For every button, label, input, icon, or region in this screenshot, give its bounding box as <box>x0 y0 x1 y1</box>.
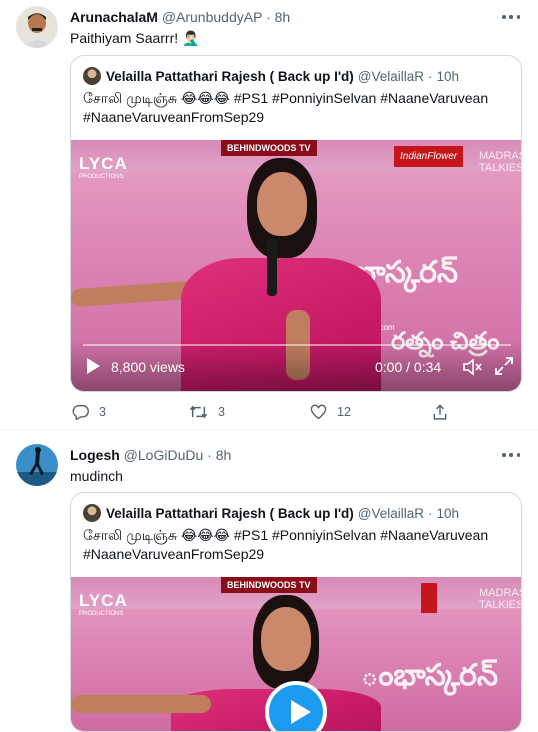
avatar[interactable] <box>16 444 58 486</box>
quote-author-name: Velailla Pattathari Rajesh ( Back up I'd… <box>106 505 354 521</box>
tweet-header: ArunachalaM @ArunbuddyAP · 8h <box>70 9 290 25</box>
separator-dot: · <box>428 68 433 84</box>
reply-button[interactable]: 3 <box>72 404 106 420</box>
quote-header: Velailla Pattathari Rajesh ( Back up I'd… <box>83 67 459 85</box>
quote-text: சோலி முடிஞ்சு 😂😂😂 #PS1 #PonniyinSelvan #… <box>83 90 489 125</box>
separator-dot: · <box>266 9 271 25</box>
separator-dot: · <box>207 447 212 463</box>
tweet[interactable]: ArunachalaM @ArunbuddyAP · 8h Paithiyam … <box>0 0 538 430</box>
reply-count: 3 <box>99 405 106 419</box>
reply-icon <box>72 404 89 420</box>
quote-avatar <box>83 67 101 85</box>
view-count: 8,800 views <box>111 359 185 375</box>
quote-tweet[interactable]: Velailla Pattathari Rajesh ( Back up I'd… <box>70 492 522 732</box>
tweet-time[interactable]: 8h <box>275 9 291 25</box>
volume-icon[interactable] <box>462 358 482 376</box>
quote-text: சோலி முடிஞ்சு 😂😂😂 #PS1 #PonniyinSelvan #… <box>83 527 489 562</box>
video-timecode: 0:00 / 0:34 <box>375 359 442 375</box>
lyca-logo: LYCA PRODUCTIONS <box>79 591 128 617</box>
retweet-icon <box>189 405 208 419</box>
author-handle[interactable]: @ArunbuddyAP <box>162 9 262 25</box>
madras-talkies-logo: MADRAS TALKIES <box>479 587 522 611</box>
video-player[interactable]: LYCA PRODUCTIONS BEHINDWOODS TV MADRAS TAL… <box>71 577 522 731</box>
like-button[interactable]: 12 <box>310 404 351 420</box>
retweet-count: 3 <box>218 405 225 419</box>
share-button[interactable] <box>432 404 458 421</box>
quote-header: Velailla Pattathari Rajesh ( Back up I'd… <box>83 504 459 522</box>
avatar[interactable] <box>16 6 58 48</box>
tweet[interactable]: Logesh @LoGiDuDu · 8h mudinch Velailla P… <box>0 430 538 732</box>
video-controls: 8,800 views 0:00 / 0:34 <box>71 340 521 391</box>
author-name[interactable]: ArunachalaM <box>70 9 158 25</box>
fullscreen-icon[interactable] <box>494 356 514 376</box>
retweet-button[interactable]: 3 <box>189 404 225 420</box>
play-icon[interactable] <box>87 358 100 374</box>
author-name[interactable]: Logesh <box>70 447 120 463</box>
tweet-time[interactable]: 8h <box>216 447 232 463</box>
more-icon[interactable] <box>500 448 522 462</box>
tweet-text: Paithiyam Saarrr! 🤦🏻‍♂️ <box>70 30 200 46</box>
behindwoods-logo: BEHINDWOODS TV <box>221 577 317 593</box>
more-icon[interactable] <box>500 10 522 24</box>
tweet-header: Logesh @LoGiDuDu · 8h <box>70 447 231 463</box>
quote-author-handle: @VelaillaR <box>357 68 425 84</box>
share-icon <box>433 404 447 420</box>
quote-time: 10h <box>436 68 460 84</box>
like-count: 12 <box>337 405 351 419</box>
tweet-text: mudinch <box>70 468 123 484</box>
quote-avatar <box>83 504 101 522</box>
indianflower-logo <box>421 583 437 613</box>
tweet-actions: 3 3 12 <box>70 404 450 422</box>
madras-talkies-logo: MADRAS TALKIES <box>479 150 522 174</box>
quote-author-name: Velailla Pattathari Rajesh ( Back up I'd… <box>106 68 354 84</box>
separator-dot: · <box>428 505 433 521</box>
quote-author-handle: @VelaillaR <box>357 505 425 521</box>
author-handle[interactable]: @LoGiDuDu <box>124 447 204 463</box>
lyca-logo: LYCA PRODUCTIONS <box>79 154 128 180</box>
quote-tweet[interactable]: Velailla Pattathari Rajesh ( Back up I'd… <box>70 55 522 392</box>
stage-backdrop-text: ంభాస్కరన్ <box>361 659 499 692</box>
heart-icon <box>310 404 327 420</box>
indianflower-logo: IndianFlower <box>394 146 464 167</box>
quote-time: 10h <box>436 505 460 521</box>
behindwoods-logo: BEHINDWOODS TV <box>221 140 317 156</box>
video-player[interactable]: LYCA PRODUCTIONS BEHINDWOODS TV IndianFlo… <box>71 140 522 391</box>
video-progress-bar[interactable] <box>83 344 511 346</box>
